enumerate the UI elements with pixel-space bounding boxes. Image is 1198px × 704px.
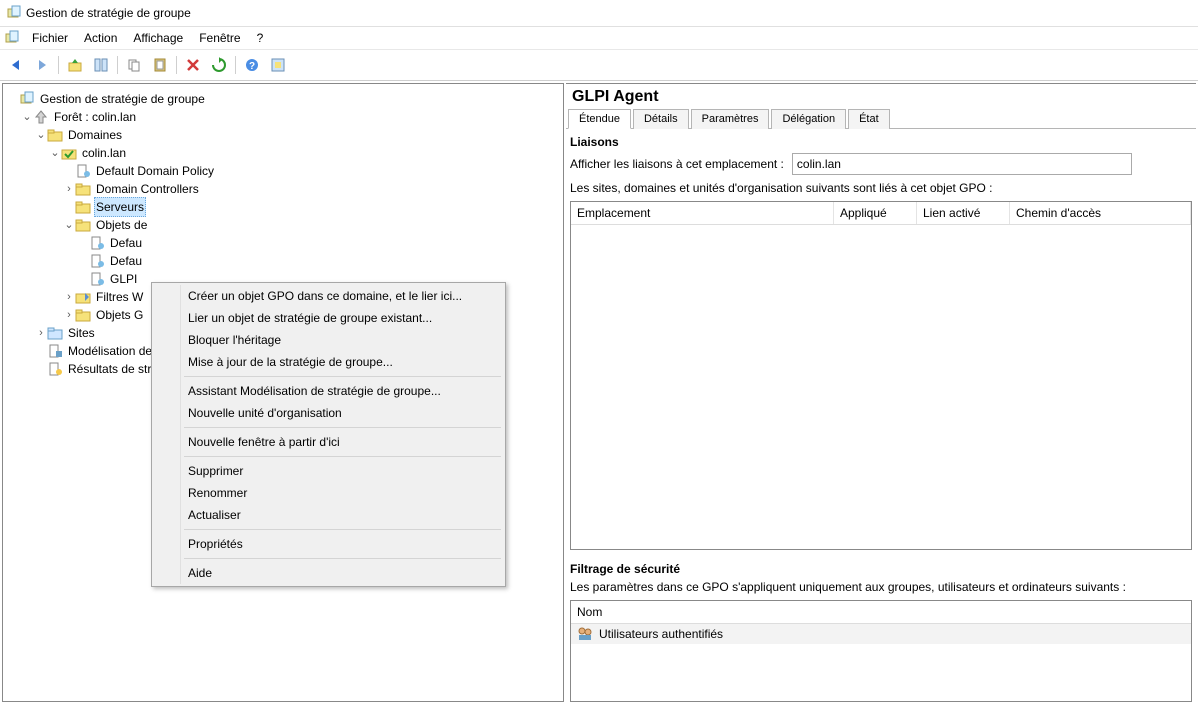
tab-etendue[interactable]: Étendue xyxy=(568,109,631,129)
toolbar-showhide[interactable] xyxy=(89,53,113,77)
security-row[interactable]: Utilisateurs authentifiés xyxy=(571,624,1191,644)
tab-details[interactable]: Détails xyxy=(633,109,689,129)
links-grid-body xyxy=(571,225,1191,549)
toolbar-sep4 xyxy=(235,56,236,74)
toolbar: ? xyxy=(0,50,1198,81)
tree-pane: Gestion de stratégie de groupe ⌄Forêt : … xyxy=(2,83,564,702)
ctx-properties[interactable]: Propriétés xyxy=(154,533,503,555)
ctx-new-ou[interactable]: Nouvelle unité d'organisation xyxy=(154,402,503,424)
title-bar: Gestion de stratégie de groupe xyxy=(0,0,1198,27)
ctx-gpupdate[interactable]: Mise à jour de la stratégie de groupe... xyxy=(154,351,503,373)
tree-ddp[interactable]: Default Domain Policy xyxy=(7,162,563,180)
tree-gpo[interactable]: ⌄Objets de xyxy=(7,216,563,234)
ctx-sep xyxy=(184,456,501,457)
links-grid[interactable]: Emplacement Appliqué Lien activé Chemin … xyxy=(570,201,1192,550)
ctx-delete[interactable]: Supprimer xyxy=(154,460,503,482)
toolbar-help[interactable]: ? xyxy=(240,53,264,77)
ctx-sep xyxy=(184,376,501,377)
menu-fichier[interactable]: Fichier xyxy=(24,29,76,47)
col-chemin[interactable]: Chemin d'accès xyxy=(1010,202,1191,224)
menu-help[interactable]: ? xyxy=(249,29,272,47)
location-label: Afficher les liaisons à cet emplacement … xyxy=(570,157,784,171)
toolbar-copy[interactable] xyxy=(122,53,146,77)
menu-bar: Fichier Action Affichage Fenêtre ? xyxy=(0,27,1198,50)
toolbar-back[interactable] xyxy=(4,53,28,77)
ctx-link-gpo[interactable]: Lier un objet de stratégie de groupe exi… xyxy=(154,307,503,329)
tree-gpo-item-1[interactable]: Defau xyxy=(7,252,563,270)
ctx-sep xyxy=(184,427,501,428)
details-pane: GLPI Agent Étendue Détails Paramètres Dé… xyxy=(566,83,1196,702)
security-description: Les paramètres dans ce GPO s'appliquent … xyxy=(570,580,1192,594)
tab-delegation[interactable]: Délégation xyxy=(771,109,846,129)
tree-root[interactable]: Gestion de stratégie de groupe xyxy=(7,90,563,108)
links-description: Les sites, domaines et unités d'organisa… xyxy=(570,181,1192,195)
toolbar-up[interactable] xyxy=(63,53,87,77)
toolbar-sep3 xyxy=(176,56,177,74)
toolbar-sep2 xyxy=(117,56,118,74)
ctx-block-inheritance[interactable]: Bloquer l'héritage xyxy=(154,329,503,351)
menu-action[interactable]: Action xyxy=(76,29,125,47)
users-icon xyxy=(577,626,593,642)
toolbar-sep xyxy=(58,56,59,74)
context-menu: Créer un objet GPO dans ce domaine, et l… xyxy=(151,282,506,587)
ctx-new-window[interactable]: Nouvelle fenêtre à partir d'ici xyxy=(154,431,503,453)
toolbar-paste[interactable] xyxy=(148,53,172,77)
menu-icon xyxy=(4,30,20,46)
menu-fenetre[interactable]: Fenêtre xyxy=(191,29,248,47)
ctx-help[interactable]: Aide xyxy=(154,562,503,584)
tree-gpo-item-0[interactable]: Defau xyxy=(7,234,563,252)
security-col-nom[interactable]: Nom xyxy=(571,601,1191,624)
security-row-label: Utilisateurs authentifiés xyxy=(599,627,723,641)
links-grid-header: Emplacement Appliqué Lien activé Chemin … xyxy=(571,202,1191,225)
col-applique[interactable]: Appliqué xyxy=(834,202,917,224)
tree-domains[interactable]: ⌄Domaines xyxy=(7,126,563,144)
svg-text:?: ? xyxy=(249,61,255,72)
col-emplacement[interactable]: Emplacement xyxy=(571,202,834,224)
liaisons-title: Liaisons xyxy=(570,135,1192,149)
window-title: Gestion de stratégie de groupe xyxy=(26,6,191,20)
security-grid[interactable]: Nom Utilisateurs authentifiés xyxy=(570,600,1192,702)
tab-strip: Étendue Détails Paramètres Délégation Ét… xyxy=(566,108,1196,129)
tab-parametres[interactable]: Paramètres xyxy=(691,109,770,129)
ctx-rename[interactable]: Renommer xyxy=(154,482,503,504)
tree-forest[interactable]: ⌄Forêt : colin.lan xyxy=(7,108,563,126)
app-icon xyxy=(6,5,22,21)
toolbar-extra[interactable] xyxy=(266,53,290,77)
ctx-sep xyxy=(184,529,501,530)
tree-dc[interactable]: ›Domain Controllers xyxy=(7,180,563,198)
menu-affichage[interactable]: Affichage xyxy=(125,29,191,47)
toolbar-delete[interactable] xyxy=(181,53,205,77)
toolbar-forward[interactable] xyxy=(30,53,54,77)
col-lien-active[interactable]: Lien activé xyxy=(917,202,1010,224)
ctx-modeling-wizard[interactable]: Assistant Modélisation de stratégie de g… xyxy=(154,380,503,402)
security-title: Filtrage de sécurité xyxy=(570,562,1192,576)
ctx-create-gpo[interactable]: Créer un objet GPO dans ce domaine, et l… xyxy=(154,285,503,307)
ctx-sep xyxy=(184,558,501,559)
tab-etat[interactable]: État xyxy=(848,109,890,129)
tree-serveurs[interactable]: Serveurs xyxy=(7,198,563,216)
tree-domain[interactable]: ⌄colin.lan xyxy=(7,144,563,162)
toolbar-refresh[interactable] xyxy=(207,53,231,77)
location-input[interactable] xyxy=(792,153,1132,175)
ctx-refresh[interactable]: Actualiser xyxy=(154,504,503,526)
gpo-title: GLPI Agent xyxy=(566,84,1196,108)
